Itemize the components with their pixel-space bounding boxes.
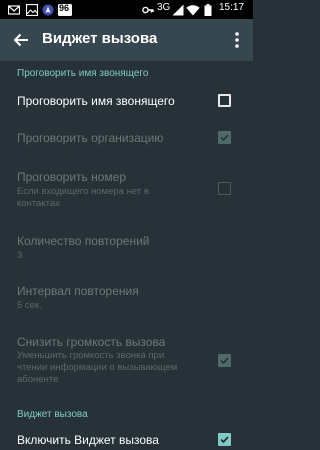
pref-title: Снизить громкость вызова <box>17 335 166 349</box>
network-type-label: 3G <box>157 2 171 13</box>
signal-icon <box>172 3 184 16</box>
pref-repeat-count: Количество повторений 3 <box>0 226 253 266</box>
pref-enable-call-widget[interactable]: Включить Виджет вызова <box>0 426 253 450</box>
key-icon <box>142 3 154 15</box>
checkbox-speak-caller-name[interactable] <box>218 94 231 107</box>
pref-summary: 3 <box>17 250 23 261</box>
pref-summary: Уменьшить громкость звонка при чтении ин… <box>17 350 178 385</box>
image-icon <box>25 3 39 17</box>
pref-repeat-interval: Интервал повторения 5 сек. <box>0 276 253 316</box>
pref-title: Количество повторений <box>17 234 150 248</box>
pref-speak-organization: Проговорить организацию <box>0 122 253 154</box>
pref-title: Включить Виджет вызова <box>17 433 159 447</box>
status-bar: 96 3G 15:17 <box>0 0 253 19</box>
checkbox-enable-call-widget[interactable] <box>218 433 231 446</box>
checkbox-reduce-volume <box>218 354 231 367</box>
more-vert-icon[interactable] <box>228 29 246 51</box>
section-header-caller-name: Проговорить имя звонящего <box>17 68 149 79</box>
pref-reduce-volume: Снизить громкость вызова Уменьшить громк… <box>0 327 253 389</box>
pref-title: Проговорить организацию <box>17 131 164 145</box>
pref-speak-caller-name[interactable]: Проговорить имя звонящего <box>0 84 253 118</box>
pref-summary: Если входящего номера нет в контактах <box>17 186 149 209</box>
wifi-icon <box>186 3 200 16</box>
gmail-icon <box>7 3 21 15</box>
arrow-left-icon[interactable] <box>10 29 32 51</box>
navigation-icon <box>42 3 54 16</box>
app-bar: Виджет вызова <box>0 19 253 61</box>
checkbox-speak-number <box>218 182 231 195</box>
battery-icon <box>204 3 212 16</box>
pref-summary: 5 сек. <box>17 300 42 311</box>
checkbox-speak-organization <box>218 131 231 144</box>
pref-speak-number: Проговорить номер Если входящего номера … <box>0 162 253 212</box>
pref-title: Проговорить номер <box>17 170 127 184</box>
status-time: 15:17 <box>219 2 245 13</box>
section-header-call-widget: Виджет вызова <box>17 409 88 420</box>
page-title: Виджет вызова <box>42 30 158 47</box>
pref-title: Проговорить имя звонящего <box>17 94 175 108</box>
pref-title: Интервал повторения <box>17 284 139 298</box>
battery-level-badge: 96 <box>59 3 70 13</box>
